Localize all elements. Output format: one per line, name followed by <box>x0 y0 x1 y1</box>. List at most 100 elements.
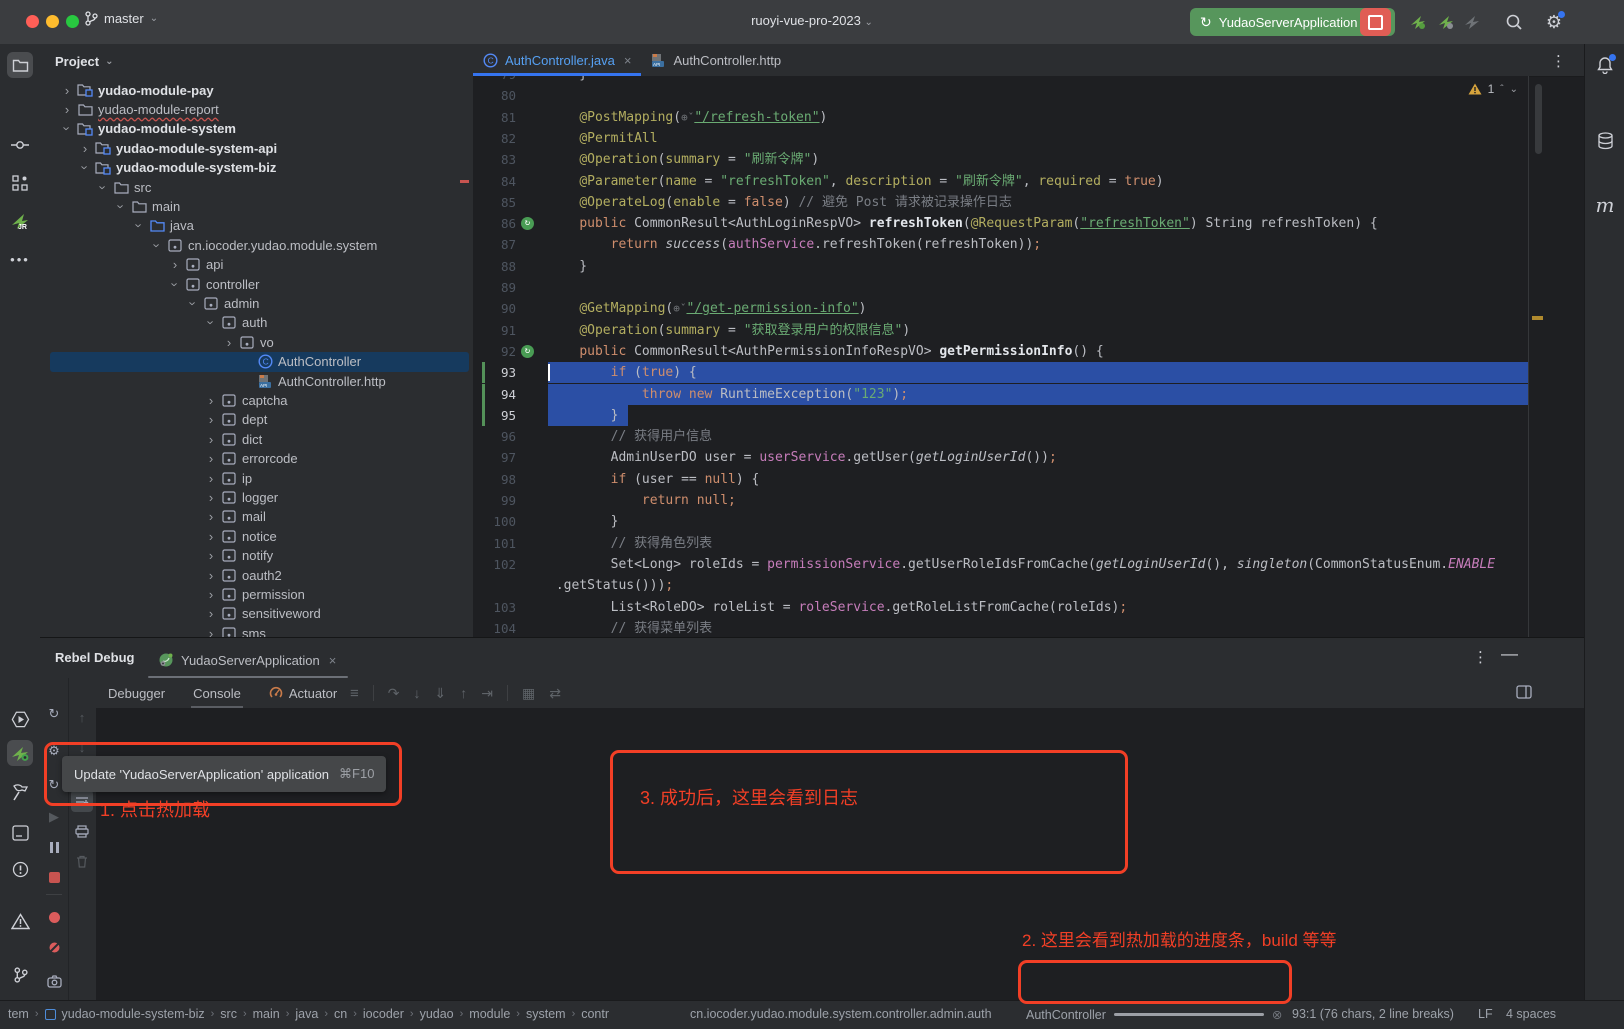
step-into-icon[interactable]: ↓ <box>414 685 421 701</box>
build-hammer-icon[interactable] <box>7 780 33 806</box>
breadcrumb-item[interactable]: cn <box>334 1007 347 1021</box>
chevron-expanded-icon[interactable]: › <box>186 296 201 310</box>
tree-row-ip[interactable]: ›ip <box>40 468 473 488</box>
minimize-panel-icon[interactable]: — <box>1501 644 1518 664</box>
indent-setting[interactable]: 4 spaces <box>1506 1007 1556 1021</box>
tree-row-AuthController[interactable]: CAuthController <box>40 352 473 372</box>
line-ending[interactable]: LF <box>1478 1007 1493 1021</box>
code-line-93[interactable]: 93 if (true) { <box>473 362 1528 383</box>
tree-row-auth[interactable]: ›auth <box>40 313 473 333</box>
code-line-98[interactable]: 98 if (user == null) { <box>473 469 1528 490</box>
tree-row-yudao-module-system[interactable]: ›yudao-module-system <box>40 119 473 139</box>
code-line-104[interactable]: 104 // 获得菜单列表 <box>473 618 1528 637</box>
tree-row-sms[interactable]: ›sms <box>40 623 473 637</box>
rebel-debug-tool-icon[interactable] <box>7 740 33 766</box>
hot-reload-gutter-icon[interactable]: ↻ <box>521 345 534 358</box>
tree-row-main[interactable]: ›main <box>40 196 473 216</box>
breadcrumb-item[interactable]: system <box>526 1007 566 1021</box>
code-line-94[interactable]: 94 throw new RuntimeException("123"); <box>473 384 1528 405</box>
breadcrumb-item[interactable]: java <box>295 1007 318 1021</box>
code-line-84[interactable]: 84 @Parameter(name = "refreshToken", des… <box>473 171 1528 192</box>
chevron-collapsed-icon[interactable]: › <box>204 568 218 583</box>
code-line-99[interactable]: 99 return null; <box>473 490 1528 511</box>
jrebel-debug-icon[interactable] <box>1436 12 1456 32</box>
chevron-collapsed-icon[interactable]: › <box>204 432 218 447</box>
tree-row-yudao-module-system-biz[interactable]: ›yudao-module-system-biz <box>40 158 473 178</box>
code-line-92[interactable]: 92↻ public CommonResult<AuthPermissionIn… <box>473 341 1528 362</box>
tab-authcontroller-java[interactable]: C AuthController.java × <box>473 44 641 76</box>
tree-row-dept[interactable]: ›dept <box>40 410 473 430</box>
chevron-collapsed-icon[interactable]: › <box>204 412 218 427</box>
more-tools-icon[interactable]: ••• <box>7 246 33 272</box>
caret-position[interactable]: 93:1 (76 chars, 2 line breaks) <box>1292 1007 1454 1021</box>
close-tab-icon[interactable]: × <box>624 53 632 68</box>
chevron-collapsed-icon[interactable]: › <box>204 471 218 486</box>
step-over-icon[interactable]: ↷ <box>388 685 400 702</box>
code-line-81[interactable]: 81 @PostMapping(⊕ˇ"/refresh-token") <box>473 107 1528 128</box>
tab-authcontroller-http[interactable]: API AuthController.http <box>641 44 791 76</box>
chevron-expanded-icon[interactable]: › <box>114 199 129 213</box>
project-panel-header[interactable]: Project ⌄ <box>55 54 113 69</box>
code-line-89[interactable]: 89 <box>473 277 1528 298</box>
chevron-collapsed-icon[interactable]: › <box>60 83 74 98</box>
clear-console-icon[interactable] <box>71 850 93 872</box>
structure-tool-icon[interactable] <box>7 170 33 196</box>
chevron-collapsed-icon[interactable]: › <box>204 606 218 621</box>
url-globe-inlay-icon[interactable]: ⊕ˇ <box>681 111 694 124</box>
tab-actuator[interactable]: Actuator <box>257 678 349 708</box>
chevron-collapsed-icon[interactable]: › <box>204 587 218 602</box>
tree-row-permission[interactable]: ›permission <box>40 584 473 604</box>
layout-menu-icon[interactable]: ≡ <box>350 685 359 702</box>
chevron-collapsed-icon[interactable]: › <box>204 626 218 637</box>
chevron-expanded-icon[interactable]: › <box>204 316 219 330</box>
jrebel-run-icon[interactable] <box>1408 12 1428 32</box>
chevron-expanded-icon[interactable]: › <box>168 277 183 291</box>
chevron-collapsed-icon[interactable]: › <box>204 509 218 524</box>
tree-row-errorcode[interactable]: ›errorcode <box>40 449 473 469</box>
breadcrumb-item[interactable]: src <box>220 1007 237 1021</box>
url-globe-inlay-icon[interactable]: ⊕ˇ <box>673 302 686 315</box>
chevron-expanded-icon[interactable]: › <box>150 238 165 252</box>
code-line-83[interactable]: 83 @Operation(summary = "刷新令牌") <box>473 149 1528 170</box>
tree-row-logger[interactable]: ›logger <box>40 487 473 507</box>
code-line-95[interactable]: 95 } <box>473 405 1528 426</box>
run-to-cursor-icon[interactable]: ⇥ <box>481 685 493 702</box>
layout-settings-icon[interactable] <box>1516 685 1532 699</box>
code-line-91[interactable]: 91 @Operation(summary = "获取登录用户的权限信息") <box>473 320 1528 341</box>
code-line-88[interactable]: 88 } <box>473 256 1528 277</box>
tree-row-cn.iocoder.yudao.module.system[interactable]: ›cn.iocoder.yudao.module.system <box>40 235 473 255</box>
chevron-collapsed-icon[interactable]: › <box>204 393 218 408</box>
code-line-90[interactable]: 90 @GetMapping(⊕ˇ"/get-permission-info") <box>473 298 1528 319</box>
pause-button[interactable] <box>43 836 65 858</box>
tree-row-sensitiveword[interactable]: ›sensitiveword <box>40 604 473 624</box>
chevron-collapsed-icon[interactable]: › <box>78 141 92 156</box>
code-line-79[interactable]: 79 } <box>473 76 1528 85</box>
evaluate-expression-icon[interactable]: ▦ <box>522 685 535 702</box>
tree-row-java[interactable]: ›java <box>40 216 473 236</box>
chevron-collapsed-icon[interactable]: › <box>204 490 218 505</box>
chevron-collapsed-icon[interactable]: › <box>204 529 218 544</box>
tree-row-captcha[interactable]: ›captcha <box>40 390 473 410</box>
editor-scrollbar-thumb[interactable] <box>1535 84 1542 154</box>
tree-row-controller[interactable]: ›controller <box>40 274 473 294</box>
hot-reload-gutter-icon[interactable]: ↻ <box>521 217 534 230</box>
warning-stripe-mark[interactable] <box>1532 316 1543 320</box>
code-line-96[interactable]: 96 // 获得用户信息 <box>473 426 1528 447</box>
code-line-102[interactable]: 102 Set<Long> roleIds = permissionServic… <box>473 554 1528 575</box>
tree-row-yudao-module-system-api[interactable]: ›yudao-module-system-api <box>40 138 473 158</box>
rerun-button[interactable]: ↻ <box>43 703 65 725</box>
breadcrumb-item[interactable]: yudao <box>420 1007 454 1021</box>
notifications-bell-icon[interactable] <box>1594 54 1616 76</box>
tree-row-vo[interactable]: ›vo <box>40 332 473 352</box>
code-line-wrap[interactable]: .getStatus())); <box>473 575 1528 596</box>
commit-tool-icon[interactable] <box>7 132 33 158</box>
code-line-103[interactable]: 103 List<RoleDO> roleList = roleService.… <box>473 597 1528 618</box>
breadcrumbs[interactable]: tem›yudao-module-system-biz›src›main›jav… <box>8 1007 609 1021</box>
trace-icon[interactable]: ⇄ <box>549 685 561 702</box>
git-tool-icon[interactable] <box>7 962 33 988</box>
tree-row-notify[interactable]: ›notify <box>40 546 473 566</box>
breadcrumb-item[interactable]: contr <box>581 1007 609 1021</box>
tree-row-yudao-module-report[interactable]: ›yudao-module-report <box>40 99 473 119</box>
stop-process-button[interactable] <box>43 866 65 888</box>
tree-row-api[interactable]: ›api <box>40 255 473 275</box>
